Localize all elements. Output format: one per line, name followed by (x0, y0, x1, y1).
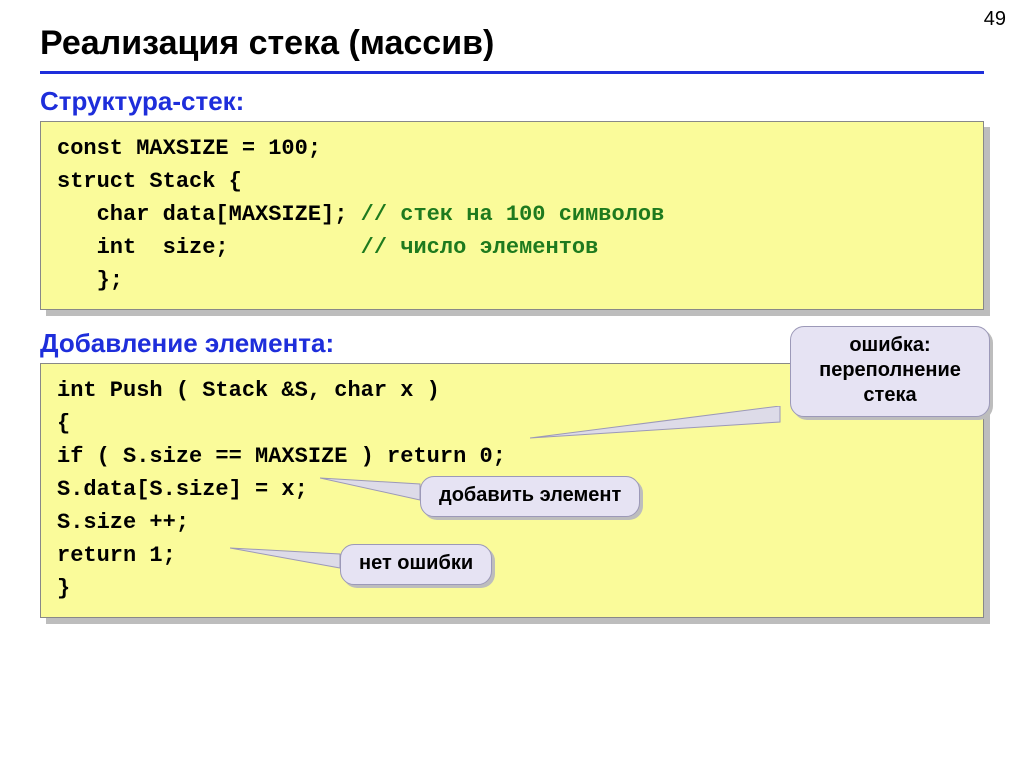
code-text: S.data[S.size] = x; (57, 477, 308, 502)
callout-text: переполнение (809, 358, 971, 383)
code-text: { (57, 411, 70, 436)
code-text: struct Stack { (57, 169, 242, 194)
code-text: if ( S.size == MAXSIZE ) return 0; (57, 444, 506, 469)
code-text: } (57, 576, 70, 601)
code-text: int size; (57, 235, 361, 260)
code-text: char data[MAXSIZE]; (57, 202, 361, 227)
callout-text: стека (809, 383, 971, 408)
callout-text: ошибка: (809, 333, 971, 358)
code-comment: // стек на 100 символов (361, 202, 665, 227)
code-comment: // число элементов (361, 235, 599, 260)
callout-overflow: ошибка: переполнение стека (790, 326, 990, 417)
code-text: S.size ++; (57, 510, 189, 535)
code-text: const MAXSIZE = 100; (57, 136, 321, 161)
page-title: Реализация стека (массив) (40, 24, 984, 63)
callout-add-element: добавить элемент (420, 476, 640, 517)
callout-text: добавить элемент (439, 484, 621, 506)
code-text: }; (57, 268, 123, 293)
section-heading-struct: Структура-стек: (40, 86, 984, 117)
page-number: 49 (984, 8, 1006, 31)
title-rule (40, 71, 984, 74)
code-text: int Push ( Stack &S, char x ) (57, 378, 440, 403)
callout-no-error: нет ошибки (340, 544, 492, 585)
code-text: return 1; (57, 543, 176, 568)
codebox-struct: const MAXSIZE = 100; struct Stack { char … (40, 121, 984, 310)
callout-text: нет ошибки (359, 552, 473, 574)
codebox-struct-wrap: const MAXSIZE = 100; struct Stack { char … (40, 121, 984, 310)
